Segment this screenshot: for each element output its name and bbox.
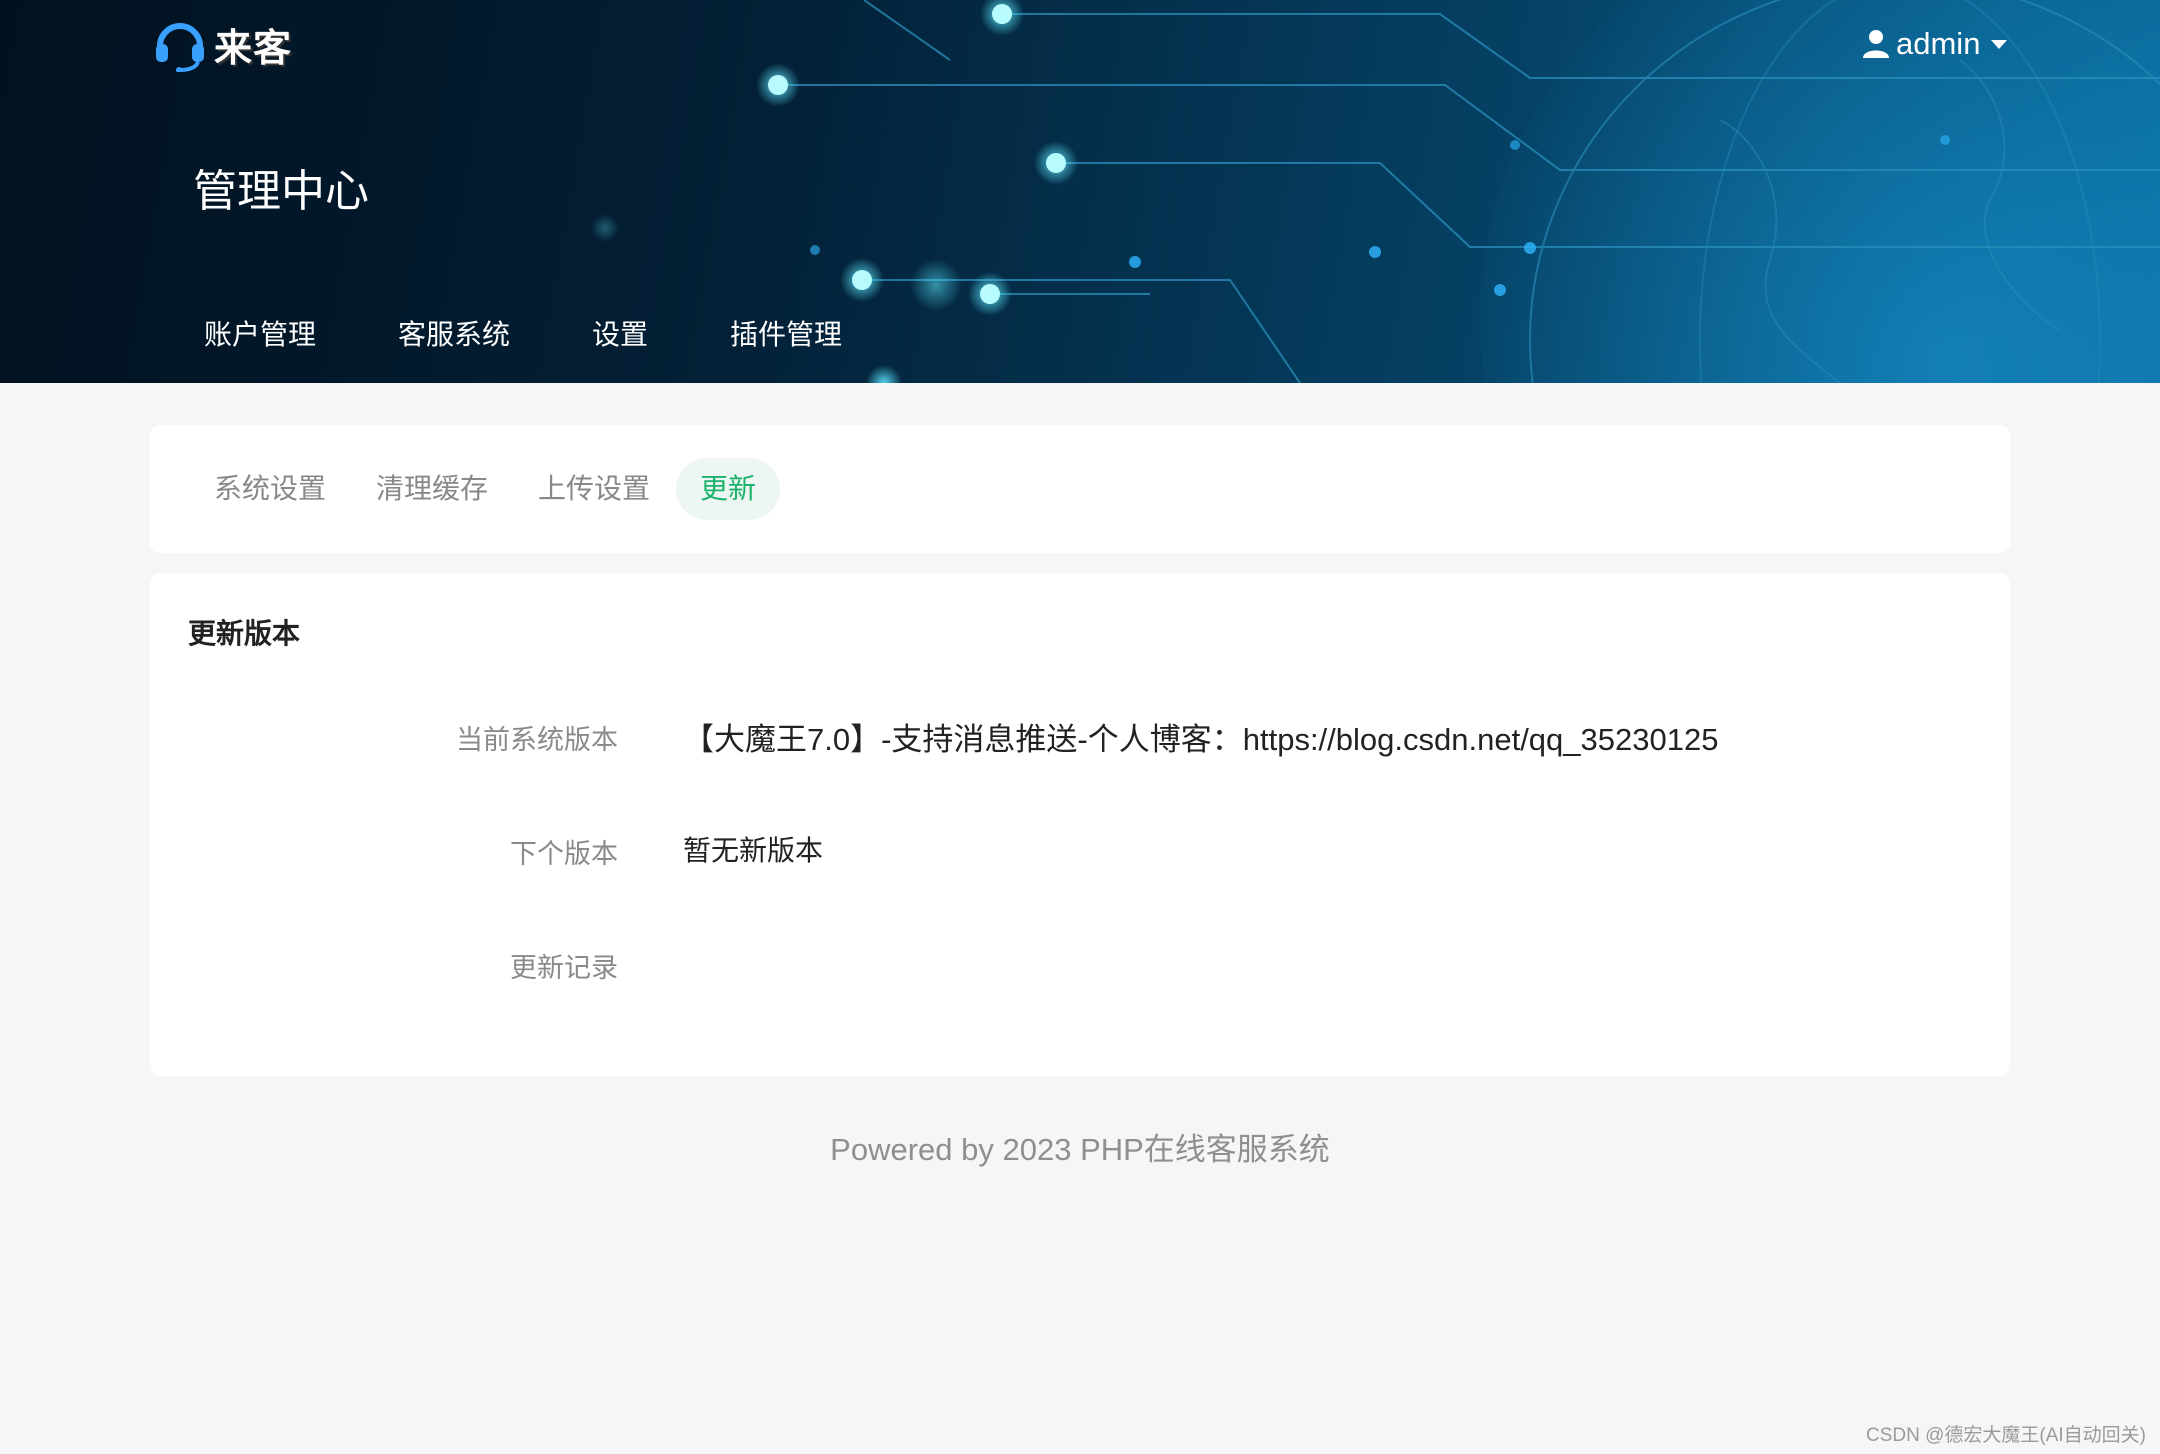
- brand-name: 来客: [214, 25, 293, 70]
- header-banner: 来客 admin 管理中心 账户管理 客服系统 设置 插件管理: [0, 0, 2160, 383]
- footer-text: Powered by 2023 PHP在线客服系统: [830, 1132, 1330, 1167]
- next-version-label: 下个版本: [510, 839, 618, 869]
- settings-tabs: 系统设置 清理缓存 上传设置 更新: [190, 456, 782, 522]
- nav-item-account[interactable]: 账户管理: [176, 313, 344, 353]
- section-title: 更新版本: [188, 618, 301, 649]
- brand-logo[interactable]: 来客: [152, 14, 292, 74]
- user-icon: [1863, 30, 1889, 58]
- nav-item-plugins[interactable]: 插件管理: [702, 313, 870, 353]
- tab-upload-settings[interactable]: 上传设置: [514, 458, 674, 520]
- next-version-value: 暂无新版本: [683, 835, 824, 866]
- watermark: CSDN @德宏大魔王(AI自动回关): [1865, 1425, 2146, 1446]
- headset-icon: [156, 23, 204, 72]
- update-log-label: 更新记录: [510, 953, 618, 983]
- update-card: [150, 573, 2010, 1076]
- nav-item-settings[interactable]: 设置: [564, 313, 676, 353]
- tab-update[interactable]: 更新: [676, 458, 781, 520]
- page-title: 管理中心: [193, 167, 369, 216]
- nav-item-customer-service[interactable]: 客服系统: [370, 313, 538, 353]
- caret-down-icon: [1991, 40, 2008, 49]
- tab-system-settings[interactable]: 系统设置: [190, 458, 350, 520]
- current-version-label: 当前系统版本: [456, 725, 618, 755]
- tab-clear-cache[interactable]: 清理缓存: [352, 458, 512, 520]
- user-name: admin: [1896, 26, 1981, 61]
- top-nav: 账户管理 客服系统 设置 插件管理: [176, 300, 896, 366]
- current-version-value: 【大魔王7.0】-支持消息推送-个人博客：https://blog.csdn.n…: [683, 722, 1719, 757]
- user-menu[interactable]: admin: [1862, 20, 2008, 68]
